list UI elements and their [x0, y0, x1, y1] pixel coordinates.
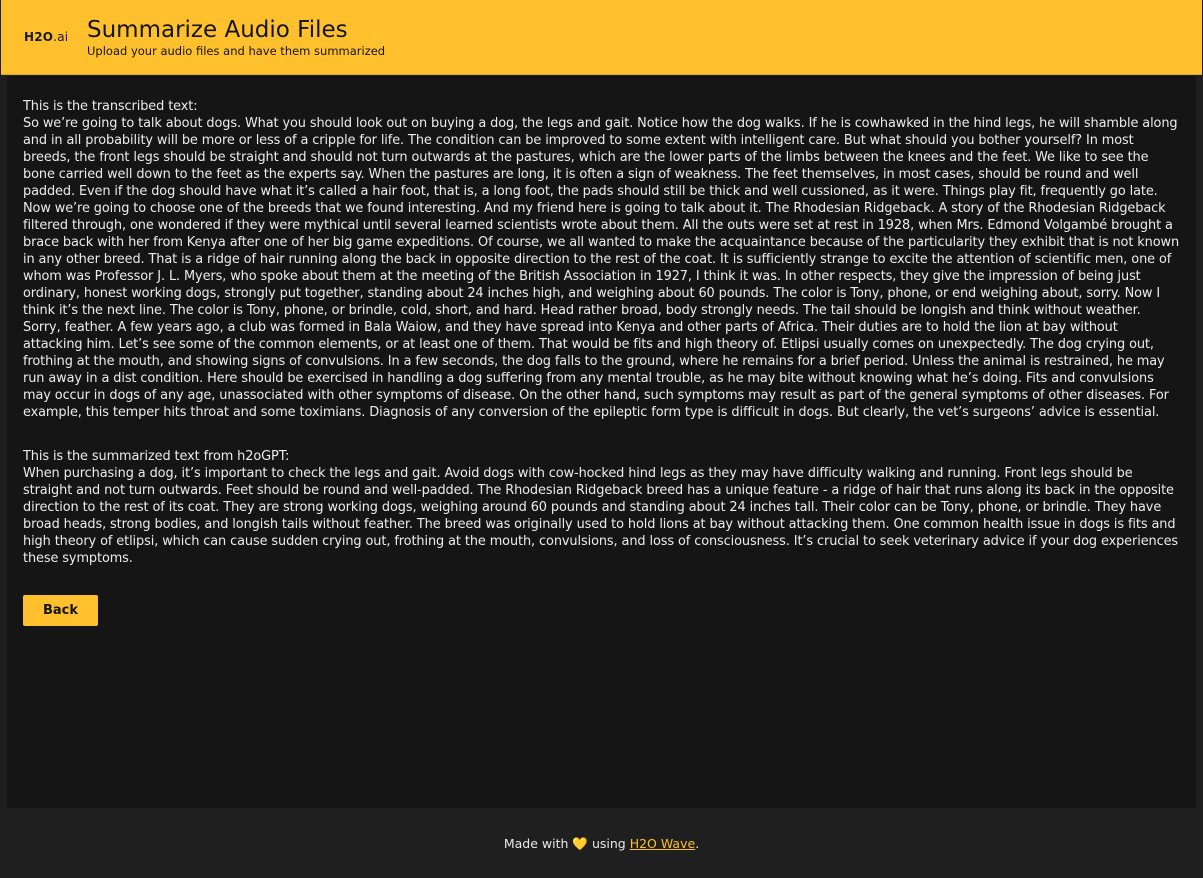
result-card: This is the transcribed text: So we’re g… — [7, 76, 1196, 808]
footer-middle: using — [591, 836, 626, 851]
footer-suffix: . — [695, 836, 700, 851]
logo-text: H2O — [24, 30, 54, 44]
app-header: H2O.ai Summarize Audio Files Upload your… — [1, 0, 1202, 75]
transcript-text: So we’re going to talk about dogs. What … — [23, 116, 1180, 420]
summary-text: When purchasing a dog, it’s important to… — [23, 466, 1179, 566]
footer: Made with 💛 using H2O Wave. — [0, 836, 1203, 852]
heart-icon: 💛 — [572, 836, 588, 851]
logo-suffix: .ai — [53, 30, 69, 44]
footer-prefix: Made with — [503, 836, 569, 851]
h2o-logo[interactable]: H2O.ai — [24, 30, 68, 44]
summary-label: This is the summarized text from h2oGPT: — [23, 449, 290, 464]
transcript-label: This is the transcribed text: — [23, 99, 198, 114]
page-subtitle: Upload your audio files and have them su… — [87, 44, 386, 58]
back-button[interactable]: Back — [23, 595, 98, 626]
page-title: Summarize Audio Files — [87, 17, 348, 43]
h2o-wave-link[interactable]: H2O Wave — [630, 836, 695, 851]
result-content: This is the transcribed text: So we’re g… — [23, 98, 1181, 567]
